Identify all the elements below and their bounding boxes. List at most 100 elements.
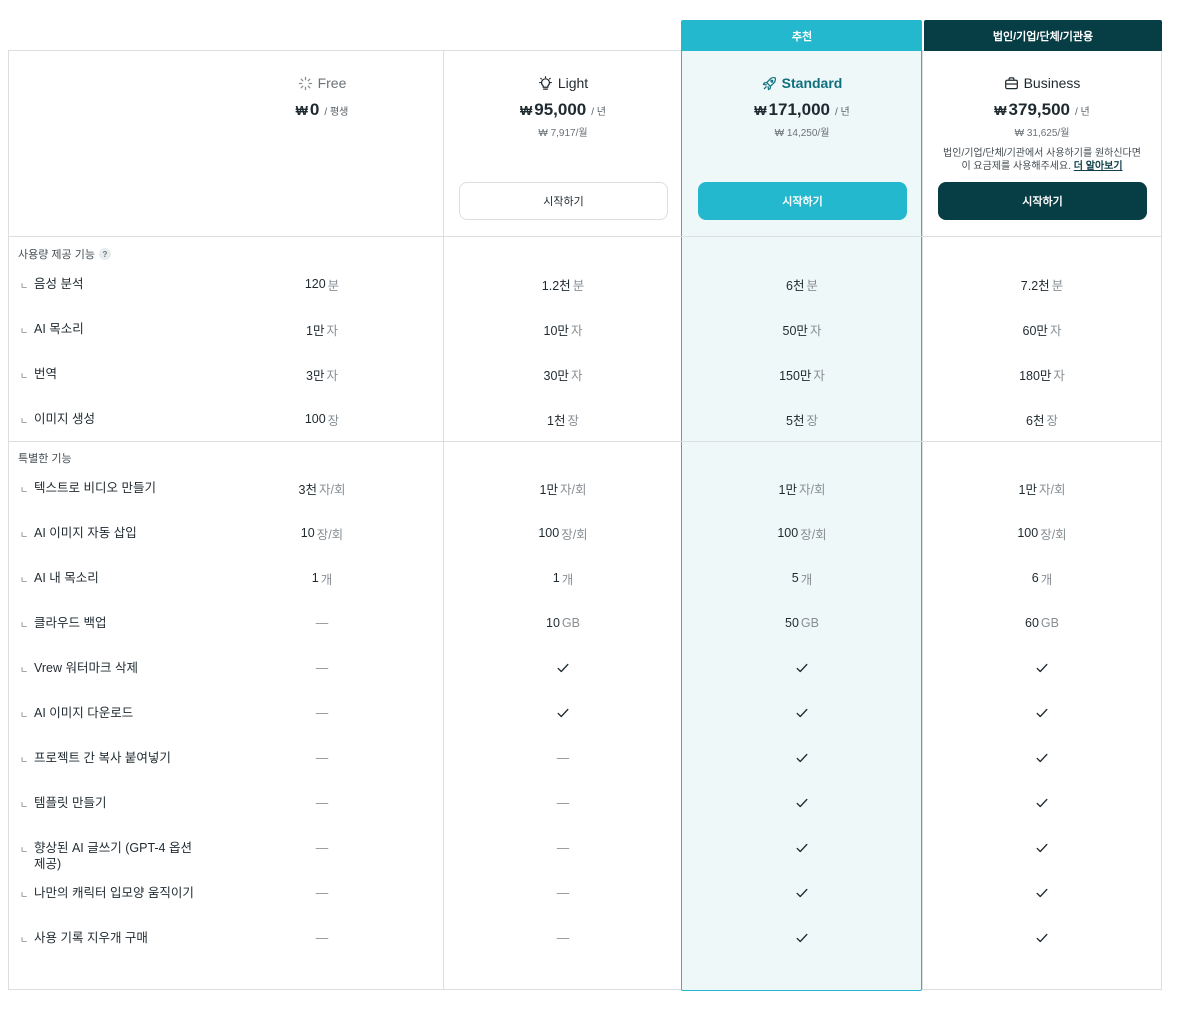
not-available-dash: — [556, 931, 570, 945]
sub-item-arrow-icon: ㄴ [20, 935, 29, 945]
feature-value [463, 704, 663, 722]
feature-value: 60 GB [1025, 616, 1059, 630]
sub-item-arrow-icon: ㄴ [20, 575, 29, 585]
briefcase-icon [1004, 76, 1019, 91]
feature-value [942, 704, 1142, 722]
start-button-standard[interactable]: 시작하기 [698, 182, 907, 220]
start-button-business[interactable]: 시작하기 [938, 182, 1147, 220]
feature-value [702, 839, 902, 857]
plan-name-free: Free [207, 73, 437, 93]
sub-item-arrow-icon: ㄴ [20, 665, 29, 675]
feature-value: 1천 장 [547, 413, 579, 428]
sub-item-arrow-icon: ㄴ [20, 371, 29, 381]
feature-value [942, 929, 1142, 947]
feature-value: — [222, 749, 422, 767]
check-icon [1035, 931, 1049, 945]
check-icon [795, 706, 809, 720]
sub-item-arrow-icon: ㄴ [20, 890, 29, 900]
column-divider [443, 50, 444, 990]
sub-item-arrow-icon: ㄴ [20, 416, 29, 426]
not-available-dash: — [556, 751, 570, 765]
feature-value: 1만 자/회 [1018, 482, 1066, 497]
sub-item-arrow-icon: ㄴ [20, 755, 29, 765]
learn-more-link[interactable]: 더 알아보기 [1074, 161, 1123, 172]
sparkle-icon [298, 76, 313, 91]
feature-value: 10 장/회 [300, 526, 344, 542]
sub-item-arrow-icon: ㄴ [20, 485, 29, 495]
check-icon [795, 751, 809, 765]
not-available-dash: — [315, 796, 329, 810]
not-available-dash: — [315, 931, 329, 945]
feature-value [942, 839, 1142, 857]
not-available-dash: — [315, 661, 329, 675]
sub-item-arrow-icon: ㄴ [20, 530, 29, 540]
plan-monthly-price: ₩ 7,917/월 [538, 128, 588, 139]
feature-value: 50 GB [785, 616, 819, 630]
rocket-icon [762, 76, 777, 91]
plan-price: ₩ 379,500 / 년 [994, 100, 1090, 119]
help-icon[interactable]: ? [98, 248, 111, 260]
plan-price: ₩ 0 / 평생 [295, 100, 349, 119]
row-divider [8, 441, 1162, 442]
feature-value [463, 659, 663, 677]
check-icon [795, 661, 809, 675]
check-icon [1035, 886, 1049, 900]
plan-name-standard: Standard [687, 73, 917, 93]
feature-label: ㄴ AI 이미지 다운로드 [20, 705, 195, 723]
column-divider [922, 50, 923, 990]
feature-label: ㄴ Vrew 워터마크 삭제 [20, 660, 195, 678]
feature-value: — [222, 884, 422, 902]
feature-value: 1개 [552, 571, 574, 587]
check-icon [1035, 751, 1049, 765]
feature-value: 120 분 [304, 277, 340, 293]
feature-value [702, 749, 902, 767]
plan-monthly-price: ₩ 31,625/월 [1014, 128, 1070, 139]
plan-price: ₩ 171,000 / 년 [754, 100, 850, 119]
feature-value: 1만 자/회 [778, 482, 826, 497]
feature-value: 100 장 [304, 412, 340, 428]
feature-label: ㄴ 사용 기록 지우개 구매 [20, 930, 195, 948]
feature-value: 10 GB [546, 616, 580, 630]
feature-label: ㄴ AI 이미지 자동 삽입 [20, 525, 195, 543]
not-available-dash: — [315, 751, 329, 765]
not-available-dash: — [556, 796, 570, 810]
plan-name-business: Business [927, 73, 1157, 93]
feature-value: 150만 자 [779, 368, 825, 383]
check-icon [795, 886, 809, 900]
feature-value [702, 884, 902, 902]
section-title: 특별한 기능 [18, 453, 72, 465]
sub-item-arrow-icon: ㄴ [20, 845, 29, 855]
not-available-dash: — [315, 886, 329, 900]
feature-value: 100 장/회 [777, 526, 827, 542]
check-icon [1035, 796, 1049, 810]
section-title: 사용량 제공 기능 ? [18, 246, 111, 262]
feature-value: 10만 자 [543, 323, 583, 338]
check-icon [556, 661, 570, 675]
feature-value: — [463, 749, 663, 767]
plan-name-light: Light [448, 73, 678, 93]
feature-value: 6천 장 [1026, 413, 1058, 428]
feature-value [702, 929, 902, 947]
feature-value: 6천 분 [786, 278, 818, 293]
feature-value: 100 장/회 [538, 526, 588, 542]
feature-value: — [463, 839, 663, 857]
feature-value: — [222, 929, 422, 947]
feature-value: — [222, 839, 422, 857]
plan-monthly-price: ₩ 14,250/월 [774, 128, 830, 139]
feature-value [942, 659, 1142, 677]
feature-value [942, 884, 1142, 902]
feature-label: ㄴ 번역 [20, 366, 195, 384]
feature-value: — [222, 794, 422, 812]
sub-item-arrow-icon: ㄴ [20, 800, 29, 810]
check-icon [795, 796, 809, 810]
feature-value: 5천 장 [786, 413, 818, 428]
feature-value: 1개 [311, 571, 333, 587]
feature-value: 60만 자 [1022, 323, 1062, 338]
feature-value [702, 794, 902, 812]
check-icon [795, 931, 809, 945]
feature-value: 1만 자 [306, 323, 338, 338]
start-button-light[interactable]: 시작하기 [459, 182, 668, 220]
feature-label: ㄴ 나만의 캐릭터 입모양 움직이기 [20, 885, 195, 903]
feature-value: 3천 자/회 [298, 482, 346, 497]
feature-label: ㄴ AI 목소리 [20, 321, 195, 339]
